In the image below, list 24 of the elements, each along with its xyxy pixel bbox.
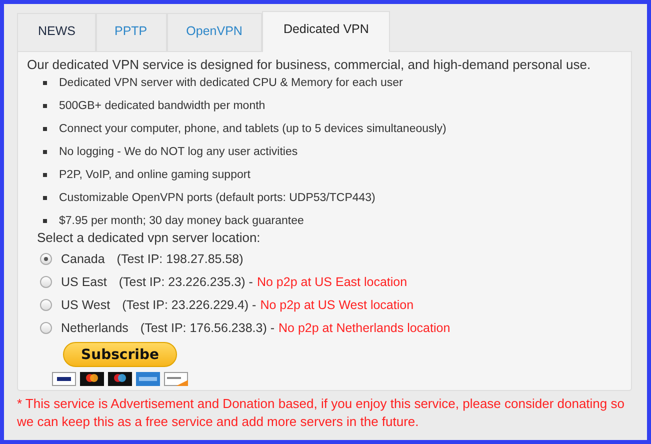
tab[interactable]: NEWS [17, 13, 96, 51]
location-note: No p2p at US West location [260, 298, 414, 312]
tab[interactable]: Dedicated VPN [262, 11, 390, 52]
subscribe-button[interactable]: Subscribe [63, 342, 177, 367]
location-name: Canada [61, 252, 105, 266]
location-name: US West [61, 298, 110, 312]
location-name: US East [61, 274, 107, 288]
feature-text: 500GB+ dedicated bandwidth per month [59, 100, 266, 112]
test-ip: (Test IP: 176.56.238.3) - [140, 320, 275, 334]
feature-text: $7.95 per month; 30 day money back guarantee [59, 214, 304, 226]
test-ip: (Test IP: 23.226.235.3) - [118, 274, 253, 288]
location-note: No p2p at Netherlands location [278, 320, 450, 334]
location-prompt: Select a dedicated vpn server location: [37, 229, 262, 247]
intro-text: Our dedicated VPN service is designed for business, commercial, and high-demand personal use. [27, 56, 592, 74]
feature-text: No logging - We do NOT log any user activities [59, 146, 298, 158]
feature-text: Customizable OpenVPN ports (default ports: UDP53/TCP443) [59, 192, 376, 204]
test-ip: (Test IP: 198.27.85.58) [116, 252, 244, 266]
donation-note: * This service is Advertisement and Donation based, if you enjoy this service, please consider donating so we can keep this as a free service and add more servers in the future. [17, 395, 626, 431]
test-ip: (Test IP: 23.226.229.4) - [122, 298, 256, 312]
location-name: Netherlands [61, 320, 128, 334]
location-note: No p2p at US East location [256, 274, 408, 288]
feature-text: Dedicated VPN server with dedicated CPU & Memory for each user [59, 77, 403, 89]
feature-text: Connect your computer, phone, and tablets (up to 5 devices simultaneously) [59, 122, 446, 134]
feature-text: P2P, VoIP, and online gaming support [59, 168, 250, 180]
